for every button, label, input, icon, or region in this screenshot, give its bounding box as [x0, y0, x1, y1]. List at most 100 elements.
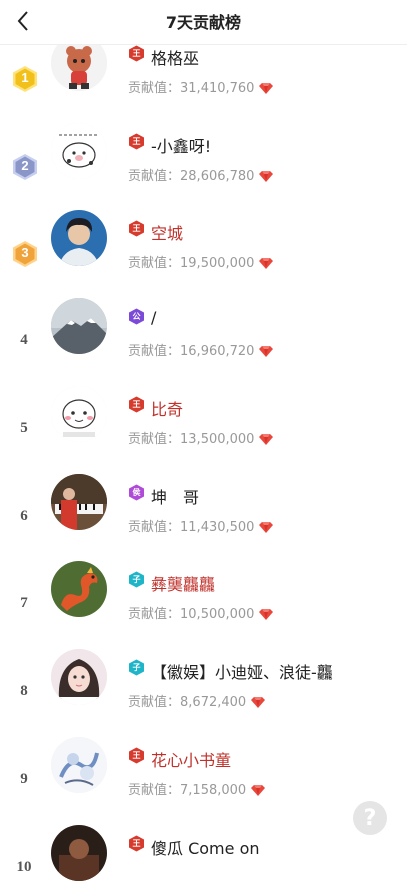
user-name: 空城: [151, 224, 184, 243]
user-name: 比奇: [151, 400, 184, 419]
rank-number: 2: [21, 158, 29, 173]
user-name: -小鑫呀!: [151, 137, 212, 156]
avatar[interactable]: [51, 649, 107, 705]
contribution-number: 11,430,500: [180, 520, 255, 535]
rank-badge-icon: 2: [12, 153, 38, 181]
level-tag-label: 王: [132, 838, 141, 848]
level-tag-label: 公: [132, 311, 141, 321]
contribution-value: 贡献值：31,410,760: [128, 77, 274, 96]
contribution-value: 贡献值：13,500,000: [128, 428, 274, 447]
level-tag-label: 王: [132, 750, 141, 760]
contribution-label: 贡献值：: [128, 783, 181, 798]
list-item[interactable]: 10 王傻瓜 Come on: [0, 802, 407, 890]
user-name: 【徽娱】小迪娅、浪徒-龘: [151, 663, 333, 682]
contribution-label: 贡献值：: [128, 607, 181, 622]
rank-number: 5: [20, 420, 28, 436]
rank-badge-icon: 3: [12, 240, 38, 268]
avatar[interactable]: [51, 210, 107, 266]
contribution-label: 贡献值：: [128, 695, 181, 710]
rank-number: 8: [20, 683, 28, 699]
avatar[interactable]: [51, 825, 107, 881]
avatar[interactable]: [51, 737, 107, 793]
rank-number: 3: [21, 245, 29, 260]
level-tag-label: 王: [132, 223, 141, 233]
avatar[interactable]: [51, 298, 107, 354]
contribution-number: 8,672,400: [180, 695, 247, 710]
avatar[interactable]: [51, 474, 107, 530]
level-tag-icon: 王: [128, 220, 145, 237]
list-item[interactable]: 8 子【徽娱】小迪娅、浪徒-龘贡献值：8,672,400: [0, 626, 407, 714]
level-tag-label: 子: [132, 574, 141, 584]
gem-icon: [259, 258, 274, 269]
gem-icon: [251, 785, 266, 796]
level-tag-label: 子: [132, 662, 141, 672]
avatar[interactable]: [51, 561, 107, 617]
level-tag-label: 王: [132, 48, 141, 58]
contribution-label: 贡献值：: [128, 432, 181, 447]
contribution-number: 10,500,000: [180, 607, 255, 622]
user-name: /: [151, 308, 157, 327]
contribution-number: 7,158,000: [180, 783, 247, 798]
user-name: 花心小书童: [151, 751, 232, 770]
gem-icon: [259, 609, 274, 620]
list-item[interactable]: 3 王空城贡献值：19,500,000: [0, 187, 407, 275]
contribution-label: 贡献值：: [128, 81, 181, 96]
list-item[interactable]: 7 子彝龑龘龘贡献值：10,500,000: [0, 538, 407, 626]
level-tag-icon: 王: [128, 747, 145, 764]
rank-number: 1: [21, 70, 29, 85]
level-tag-label: 王: [132, 399, 141, 409]
list-item[interactable]: 6 侯坤 哥贡献值：11,430,500: [0, 451, 407, 539]
contribution-label: 贡献值：: [128, 344, 181, 359]
avatar[interactable]: [51, 386, 107, 442]
level-tag-icon: 侯: [128, 484, 145, 501]
contribution-label: 贡献值：: [128, 256, 181, 271]
level-tag-icon: 王: [128, 835, 145, 852]
list-item[interactable]: 5 王比奇贡献值：13,500,000: [0, 363, 407, 451]
contribution-value: 贡献值：16,960,720: [128, 340, 274, 359]
rank-number: 6: [20, 508, 28, 524]
gem-icon: [259, 522, 274, 533]
gem-icon: [259, 171, 274, 182]
rank-number: 4: [20, 332, 28, 348]
user-name: 傻瓜 Come on: [151, 839, 260, 858]
top-bar: 7天贡献榜: [0, 0, 407, 45]
contribution-number: 31,410,760: [180, 81, 255, 96]
level-tag-icon: 公: [128, 308, 145, 325]
contribution-value: 贡献值：8,672,400: [128, 691, 266, 710]
user-name: 彝龑龘龘: [151, 575, 216, 594]
list-item[interactable]: 2 王 -小鑫呀! 贡献值：28,606,780: [0, 100, 407, 188]
level-tag-label: 侯: [132, 487, 141, 497]
contribution-number: 16,960,720: [180, 344, 255, 359]
list-item[interactable]: 9 王花心小书童贡献值：7,158,000: [0, 714, 407, 802]
gem-icon: [259, 434, 274, 445]
page-title: 7天贡献榜: [165, 13, 242, 32]
help-button[interactable]: ?: [353, 801, 387, 835]
contribution-number: 28,606,780: [180, 169, 255, 184]
contribution-value: 贡献值：7,158,000: [128, 779, 266, 798]
contribution-value: 贡献值：10,500,000: [128, 603, 274, 622]
level-tag-icon: 子: [128, 659, 145, 676]
user-name: 格格巫: [151, 49, 200, 68]
level-tag-label: 王: [132, 136, 141, 146]
contribution-label: 贡献值：: [128, 169, 181, 184]
user-name: 坤 哥: [151, 488, 200, 507]
contribution-number: 19,500,000: [180, 256, 255, 271]
contribution-value: 贡献值：28,606,780: [128, 165, 274, 184]
rank-number: 10: [16, 859, 32, 875]
level-tag-icon: 王: [128, 396, 145, 413]
contribution-value: 贡献值：19,500,000: [128, 252, 274, 271]
gem-icon: [259, 346, 274, 357]
level-tag-icon: 王: [128, 133, 145, 150]
gem-icon: [251, 697, 266, 708]
contribution-number: 13,500,000: [180, 432, 255, 447]
list-item[interactable]: 4 公 / 贡献值：16,960,720: [0, 275, 407, 363]
level-tag-icon: 子: [128, 571, 145, 588]
contribution-label: 贡献值：: [128, 520, 181, 535]
level-tag-icon: 王: [128, 45, 145, 62]
avatar[interactable]: [51, 123, 107, 179]
gem-icon: [259, 83, 274, 94]
contribution-value: 贡献值：11,430,500: [128, 516, 274, 535]
rank-badge-icon: 1: [12, 65, 38, 93]
rank-number: 7: [20, 595, 28, 611]
rank-number: 9: [20, 771, 28, 787]
